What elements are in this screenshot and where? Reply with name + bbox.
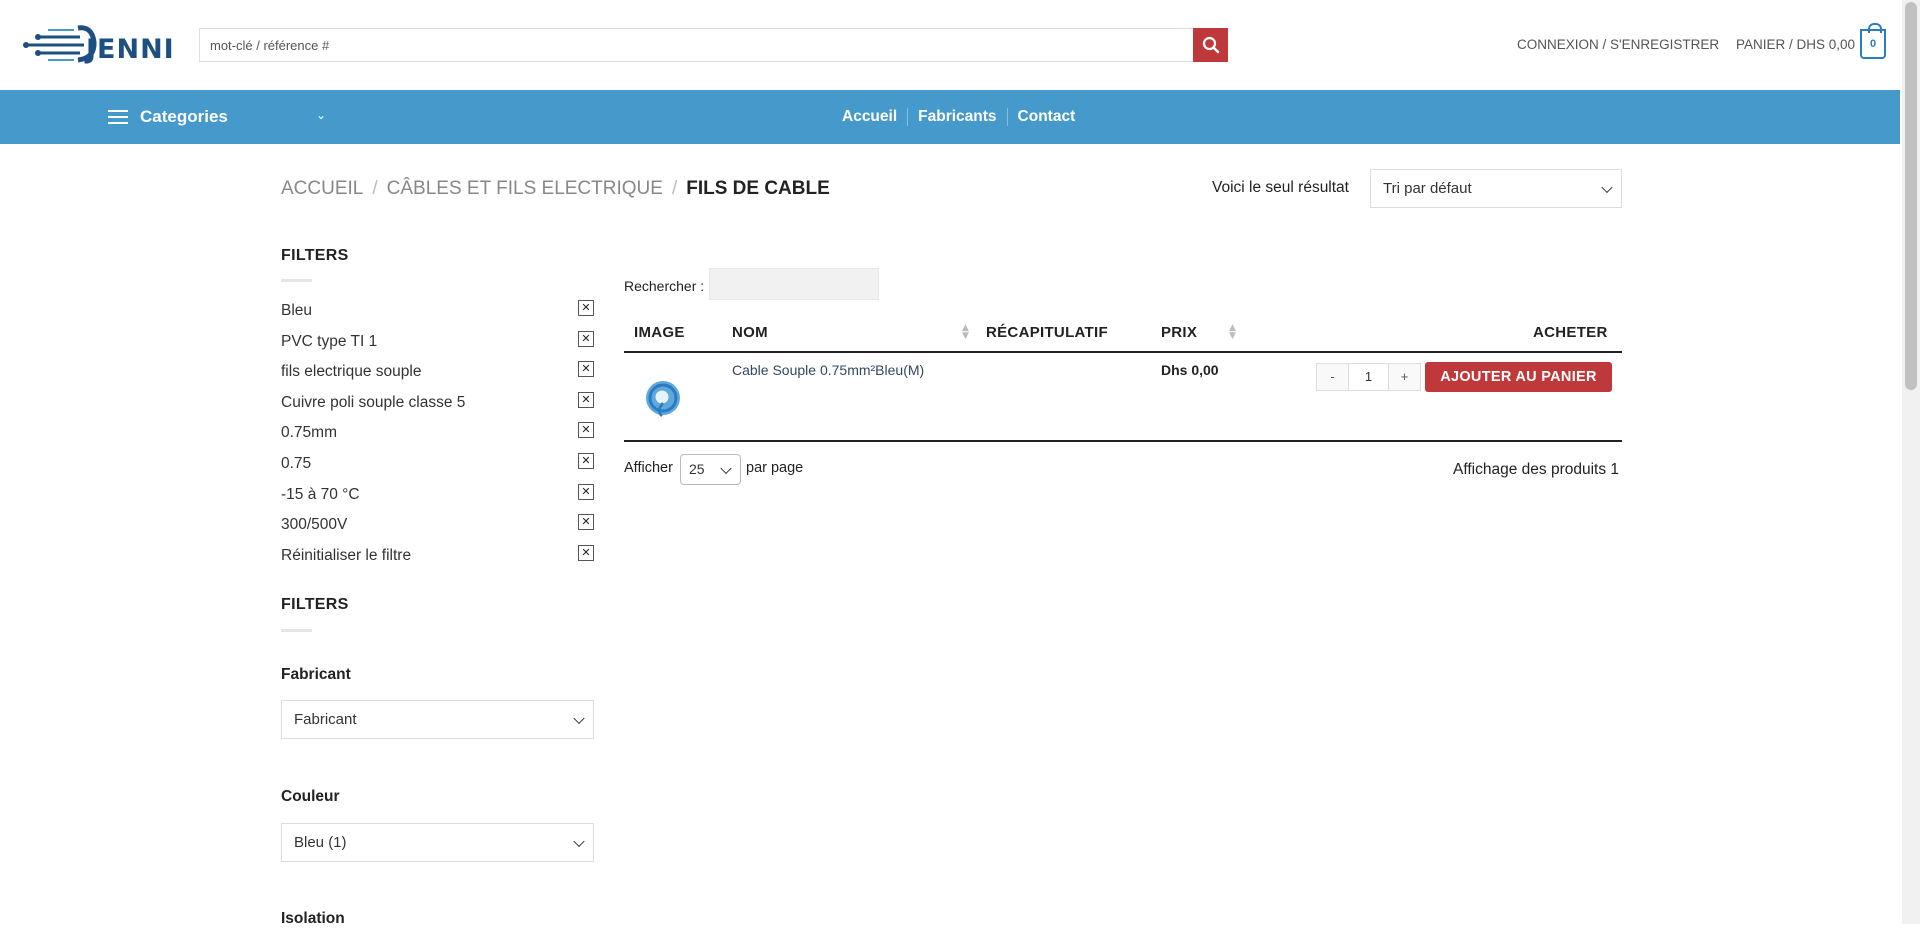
title-divider [281, 629, 312, 632]
column-header-image: IMAGE [634, 324, 685, 341]
sort-selected: Tri par défaut [1383, 180, 1472, 197]
per-page-selected: 25 [689, 461, 705, 477]
product-image[interactable] [640, 375, 686, 421]
filter-label: 300/500V [281, 516, 348, 533]
cable-coil-icon [646, 381, 680, 417]
filters-title: FILTERS [281, 596, 349, 613]
cart-icon[interactable]: 0 [1860, 23, 1886, 59]
site-logo[interactable]: JENNI [18, 20, 174, 68]
remove-filter-icon[interactable]: ✕ [578, 300, 594, 316]
nav-link-contact[interactable]: Contact [1006, 108, 1086, 126]
filter-label: Réinitialiser le filtre [281, 547, 412, 564]
per-page-label-after: par page [746, 460, 804, 476]
column-header-buy: ACHETER [1533, 324, 1608, 341]
active-filter[interactable]: Cuivre poli souple classe 5 ✕ [281, 392, 594, 412]
filter-label: -15 à 70 °C [281, 486, 360, 503]
nav-links: Accueil Fabricants Contact [832, 108, 1085, 126]
breadcrumb-separator: / [671, 178, 678, 199]
filter-label: 0.75mm [281, 424, 337, 441]
search-icon [1202, 36, 1219, 54]
nav-link-fabricants[interactable]: Fabricants [907, 108, 1006, 126]
sort-arrows-icon[interactable]: ▲ ▼ [962, 324, 969, 341]
page-scrollbar[interactable] [1902, 0, 1920, 924]
search-button[interactable] [1193, 28, 1228, 62]
qty-minus-button[interactable]: - [1317, 364, 1348, 390]
remove-filter-icon[interactable]: ✕ [578, 545, 594, 561]
filter-label: fils electrique souple [281, 363, 422, 380]
table-header-divider [624, 351, 1622, 353]
quantity-stepper: - 1 + [1316, 363, 1421, 391]
categories-menu[interactable]: Categories [108, 107, 228, 127]
breadcrumb: ACCUEIL / CÂBLES ET FILS ELECTRIQUE / FILS D… [281, 178, 830, 200]
cart-link[interactable]: PANIER / DHS 0,00 [1736, 37, 1855, 52]
per-page-label-before: Afficher [624, 460, 673, 476]
qty-input[interactable]: 1 [1348, 364, 1389, 390]
qty-plus-button[interactable]: + [1389, 364, 1420, 390]
breadcrumb-separator: / [372, 178, 378, 199]
active-filter[interactable]: fils electrique souple ✕ [281, 361, 594, 381]
categories-label: Categories [140, 107, 228, 126]
hamburger-icon [108, 110, 128, 124]
sort-select[interactable]: Tri par défaut [1370, 169, 1622, 208]
active-filter[interactable]: -15 à 70 °C ✕ [281, 484, 594, 504]
remove-filter-icon[interactable]: ✕ [578, 361, 594, 377]
table-search-input[interactable] [709, 268, 879, 300]
chevron-down-icon[interactable]: ⌄ [316, 108, 326, 122]
reset-filter[interactable]: Réinitialiser le filtre ✕ [281, 545, 594, 565]
product-price: Dhs 0,00 [1161, 362, 1219, 378]
per-page-select[interactable]: 25 [680, 454, 741, 485]
logo-text: JENNI [86, 34, 175, 65]
fabricant-select[interactable]: Fabricant [281, 700, 594, 739]
scrollbar-thumb[interactable] [1905, 2, 1917, 390]
active-filter[interactable]: PVC type TI 1 ✕ [281, 331, 594, 351]
title-divider [281, 279, 312, 282]
isolation-label: Isolation [281, 910, 345, 927]
filters-title: FILTERS [281, 247, 349, 264]
add-to-cart-button[interactable]: AJOUTER AU PANIER [1425, 362, 1612, 392]
column-header-name[interactable]: NOM [732, 324, 768, 341]
remove-filter-icon[interactable]: ✕ [578, 331, 594, 347]
couleur-label: Couleur [281, 788, 340, 805]
active-filter[interactable]: 0.75mm ✕ [281, 422, 594, 442]
breadcrumb-category[interactable]: CÂBLES ET FILS ELECTRIQUE [387, 178, 663, 199]
filter-label: 0.75 [281, 455, 312, 472]
site-header: JENNI CONNEXION / S'ENREGISTRER PANIER /… [0, 0, 1900, 90]
column-header-price[interactable]: PRIX [1161, 324, 1197, 341]
remove-filter-icon[interactable]: ✕ [578, 422, 594, 438]
fabricant-selected: Fabricant [294, 711, 357, 728]
cart-count: 0 [1869, 38, 1877, 50]
sort-arrows-icon[interactable]: ▲ ▼ [1229, 324, 1236, 341]
couleur-select[interactable]: Bleu (1) [281, 823, 594, 862]
nav-link-accueil[interactable]: Accueil [832, 108, 907, 126]
table-search-label: Rechercher : [624, 278, 705, 294]
filter-label: Bleu [281, 302, 313, 319]
column-header-summary: RÉCAPITULATIF [986, 324, 1108, 341]
remove-filter-icon[interactable]: ✕ [578, 514, 594, 530]
filter-label: PVC type TI 1 [281, 333, 378, 350]
breadcrumb-current: FILS DE CABLE [686, 178, 830, 199]
remove-filter-icon[interactable]: ✕ [578, 453, 594, 469]
chevron-down-icon [720, 462, 732, 474]
chevron-down-icon [1601, 181, 1613, 193]
breadcrumb-home[interactable]: ACCUEIL [281, 178, 363, 199]
pagination-info: Affichage des produits 1 [1453, 461, 1620, 478]
couleur-selected: Bleu (1) [294, 834, 347, 851]
active-filter[interactable]: 300/500V ✕ [281, 514, 594, 534]
product-name-link[interactable]: Cable Souple 0.75mm²Bleu(M) [732, 362, 924, 378]
main-nav: Categories ⌄ Accueil Fabricants Contact [0, 90, 1900, 144]
search-input[interactable] [199, 28, 1194, 62]
table-bottom-divider [624, 440, 1622, 442]
login-link[interactable]: CONNEXION / S'ENREGISTRER [1517, 37, 1719, 52]
chevron-down-icon [573, 712, 585, 724]
active-filter[interactable]: Bleu ✕ [281, 300, 594, 320]
active-filter[interactable]: 0.75 ✕ [281, 453, 594, 473]
filter-label: Cuivre poli souple classe 5 [281, 394, 466, 411]
header-search [199, 28, 1228, 62]
result-count: Voici le seul résultat [1212, 179, 1349, 196]
remove-filter-icon[interactable]: ✕ [578, 484, 594, 500]
chevron-down-icon [573, 835, 585, 847]
fabricant-label: Fabricant [281, 666, 351, 683]
remove-filter-icon[interactable]: ✕ [578, 392, 594, 408]
